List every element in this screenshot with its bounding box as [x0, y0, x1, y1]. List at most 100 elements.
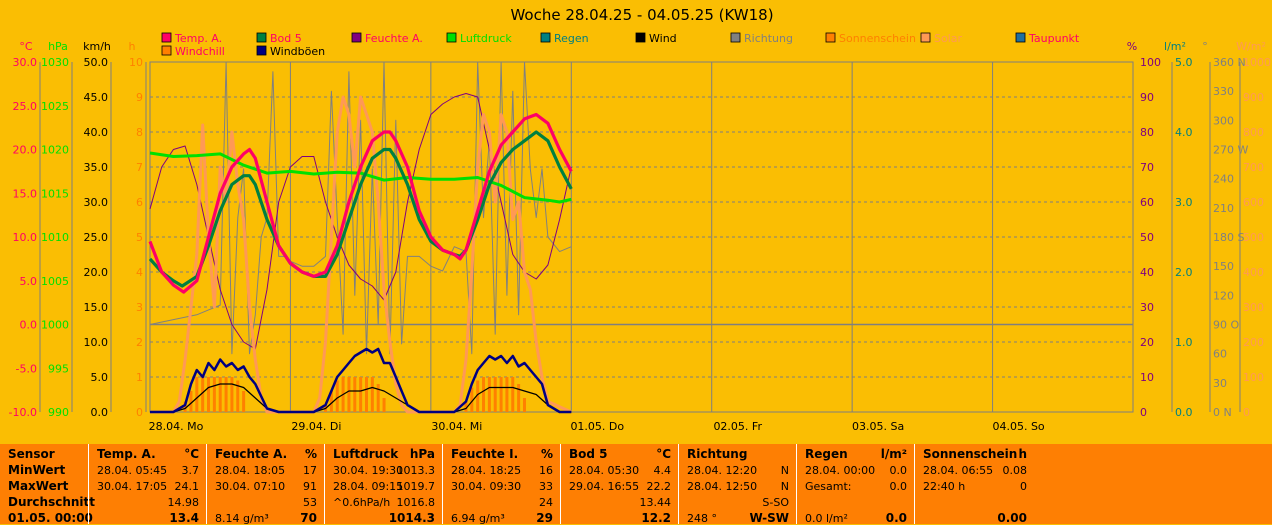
- left-axis-tick: 3: [136, 301, 143, 314]
- sunshine-bar: [201, 377, 205, 412]
- table-cell: 28.04. 18:05: [215, 464, 286, 477]
- left-axis-tick: 990: [48, 406, 69, 419]
- left-axis-tick: -10.0: [9, 406, 37, 419]
- table-cell: 248 °: [687, 512, 717, 525]
- right-axis-tick: 0: [1243, 406, 1250, 419]
- right-axis-tick: 70: [1140, 161, 1154, 174]
- left-axis-tick: 9: [136, 91, 143, 104]
- legend-label: Luftdruck: [460, 32, 512, 45]
- table-cell: 4.4: [653, 464, 672, 477]
- table-cell: Regen: [805, 447, 848, 461]
- legend-swatch: [540, 32, 551, 43]
- right-axis-tick: 0.0: [1175, 406, 1193, 419]
- sunshine-bar: [482, 377, 486, 412]
- chart-title: Woche 28.04.25 - 04.05.25 (KW18): [510, 6, 773, 24]
- right-axis-tick: 3.0: [1175, 196, 1193, 209]
- left-axis-tick: 15.0: [13, 187, 38, 200]
- x-tick-label: 04.05. So: [992, 420, 1044, 433]
- table-cell: 30.04. 19:30: [333, 464, 404, 477]
- right-axis-tick: 300: [1213, 114, 1234, 127]
- right-axis-tick: 800: [1243, 126, 1264, 139]
- legend: Temp. A. Bod 5 Feuchte A. Luftdruck Regen Win…: [161, 32, 1080, 58]
- table-cell: 70: [300, 511, 317, 525]
- left-axis-tick: 0: [136, 406, 143, 419]
- right-axis-tick: 600: [1243, 196, 1264, 209]
- sunshine-bar: [195, 377, 199, 412]
- table-cell: 28.04. 05:30: [569, 464, 640, 477]
- right-axis-tick: 240: [1213, 173, 1234, 186]
- left-axis-tick: 50.0: [84, 56, 109, 69]
- legend-swatch: [730, 32, 741, 43]
- table-cell: 28.04. 05:45: [97, 464, 168, 477]
- left-axis-unit: °C: [19, 40, 33, 53]
- sunshine-bar: [212, 377, 216, 412]
- left-axis-tick: 1010: [41, 231, 69, 244]
- statistics-table: Sensor MinWert MaxWert Durchschnitt 01.05. 0…: [0, 444, 1272, 525]
- left-axis-tick: 15.0: [84, 301, 109, 314]
- table-cell: 22:40 h: [923, 480, 966, 493]
- right-axis-tick: 50: [1140, 231, 1154, 244]
- table-cell: 0: [1020, 480, 1027, 493]
- left-axis-tick: 8: [136, 126, 143, 139]
- right-axis-tick: 200: [1243, 336, 1264, 349]
- right-axis-tick: 210: [1213, 202, 1234, 215]
- sunshine-bar: [230, 377, 234, 412]
- table-cell: 6.94 g/m³: [451, 512, 505, 525]
- sunshine-bar: [505, 377, 509, 412]
- table-cell: Durchschnitt: [8, 495, 96, 509]
- sunshine-bar: [224, 377, 228, 412]
- left-axis-tick: 5.0: [91, 371, 109, 384]
- legend-label: Regen: [554, 32, 589, 45]
- x-tick-label: 01.05. Do: [570, 420, 624, 433]
- sunshine-bar: [517, 384, 521, 412]
- legend-swatch: [635, 32, 646, 43]
- table-cell: Bod 5: [569, 447, 608, 461]
- left-axis-tick: 25.0: [84, 231, 109, 244]
- right-axis-tick: 120: [1213, 289, 1234, 302]
- table-cell: 28.04. 18:25: [451, 464, 522, 477]
- table-cell: 30.04. 09:30: [451, 480, 522, 493]
- table-cell: 16: [539, 464, 553, 477]
- table-column: Bod 5 °C 28.04. 05:30 4.4 29.04. 16:55 22.2 13…: [560, 444, 679, 525]
- left-axis-tick: 6: [136, 196, 143, 209]
- right-axis-unit: l/m²: [1164, 40, 1186, 53]
- table-cell: 0.0: [889, 480, 908, 493]
- right-axis-tick: 900: [1243, 91, 1264, 104]
- left-axis-unit: hPa: [48, 40, 68, 53]
- table-column: Temp. A. °C 28.04. 05:45 3.7 30.04. 17:05 24.…: [88, 444, 207, 525]
- left-axis-tick: 35.0: [84, 161, 109, 174]
- right-axis-tick: 0 N: [1213, 406, 1232, 419]
- left-axis-tick: -5.0: [16, 362, 37, 375]
- left-axis-tick: 10: [129, 56, 143, 69]
- table-cell: hPa: [409, 447, 435, 461]
- table-column: Richtung 28.04. 12:20 N 28.04. 12:50 N S-SO 24…: [678, 444, 797, 525]
- legend-swatch: [256, 32, 267, 43]
- table-column: Feuchte I.% 28.04. 18:25 16 30.04. 09:30 33 2…: [442, 444, 561, 525]
- table-cell: 1016.8: [396, 496, 436, 509]
- left-axis-tick: 5: [136, 231, 143, 244]
- right-axis-tick: 300: [1243, 301, 1264, 314]
- left-axis-tick: 0.0: [91, 406, 109, 419]
- sunshine-bar: [364, 377, 368, 412]
- table-cell: 28.04. 00:00: [805, 464, 876, 477]
- left-axis-tick: 1: [136, 371, 143, 384]
- table-cell: 1019.7: [396, 480, 436, 493]
- left-axis-tick: 1020: [41, 144, 69, 157]
- legend-swatch: [920, 32, 931, 43]
- legend-label: Solar: [934, 32, 963, 45]
- left-axis-tick: 7: [136, 161, 143, 174]
- legend-label: Sonnenschein: [839, 32, 916, 45]
- left-axis-tick: 40.0: [84, 126, 109, 139]
- table-cell: °C: [184, 447, 199, 461]
- legend-label: Wind: [649, 32, 677, 45]
- sunshine-bar: [370, 377, 374, 412]
- sunshine-bar: [522, 398, 526, 412]
- table-cell: 1014.3: [388, 511, 435, 525]
- x-tick-label: 28.04. Mo: [149, 420, 204, 433]
- table-cell: 28.04. 12:20: [687, 464, 758, 477]
- table-cell: 30.04. 07:10: [215, 480, 286, 493]
- table-cell: 13.4: [169, 511, 199, 525]
- right-axis-tick: 360 N: [1213, 56, 1246, 69]
- right-axis-tick: 80: [1140, 126, 1154, 139]
- right-axis-tick: 1000: [1243, 56, 1271, 69]
